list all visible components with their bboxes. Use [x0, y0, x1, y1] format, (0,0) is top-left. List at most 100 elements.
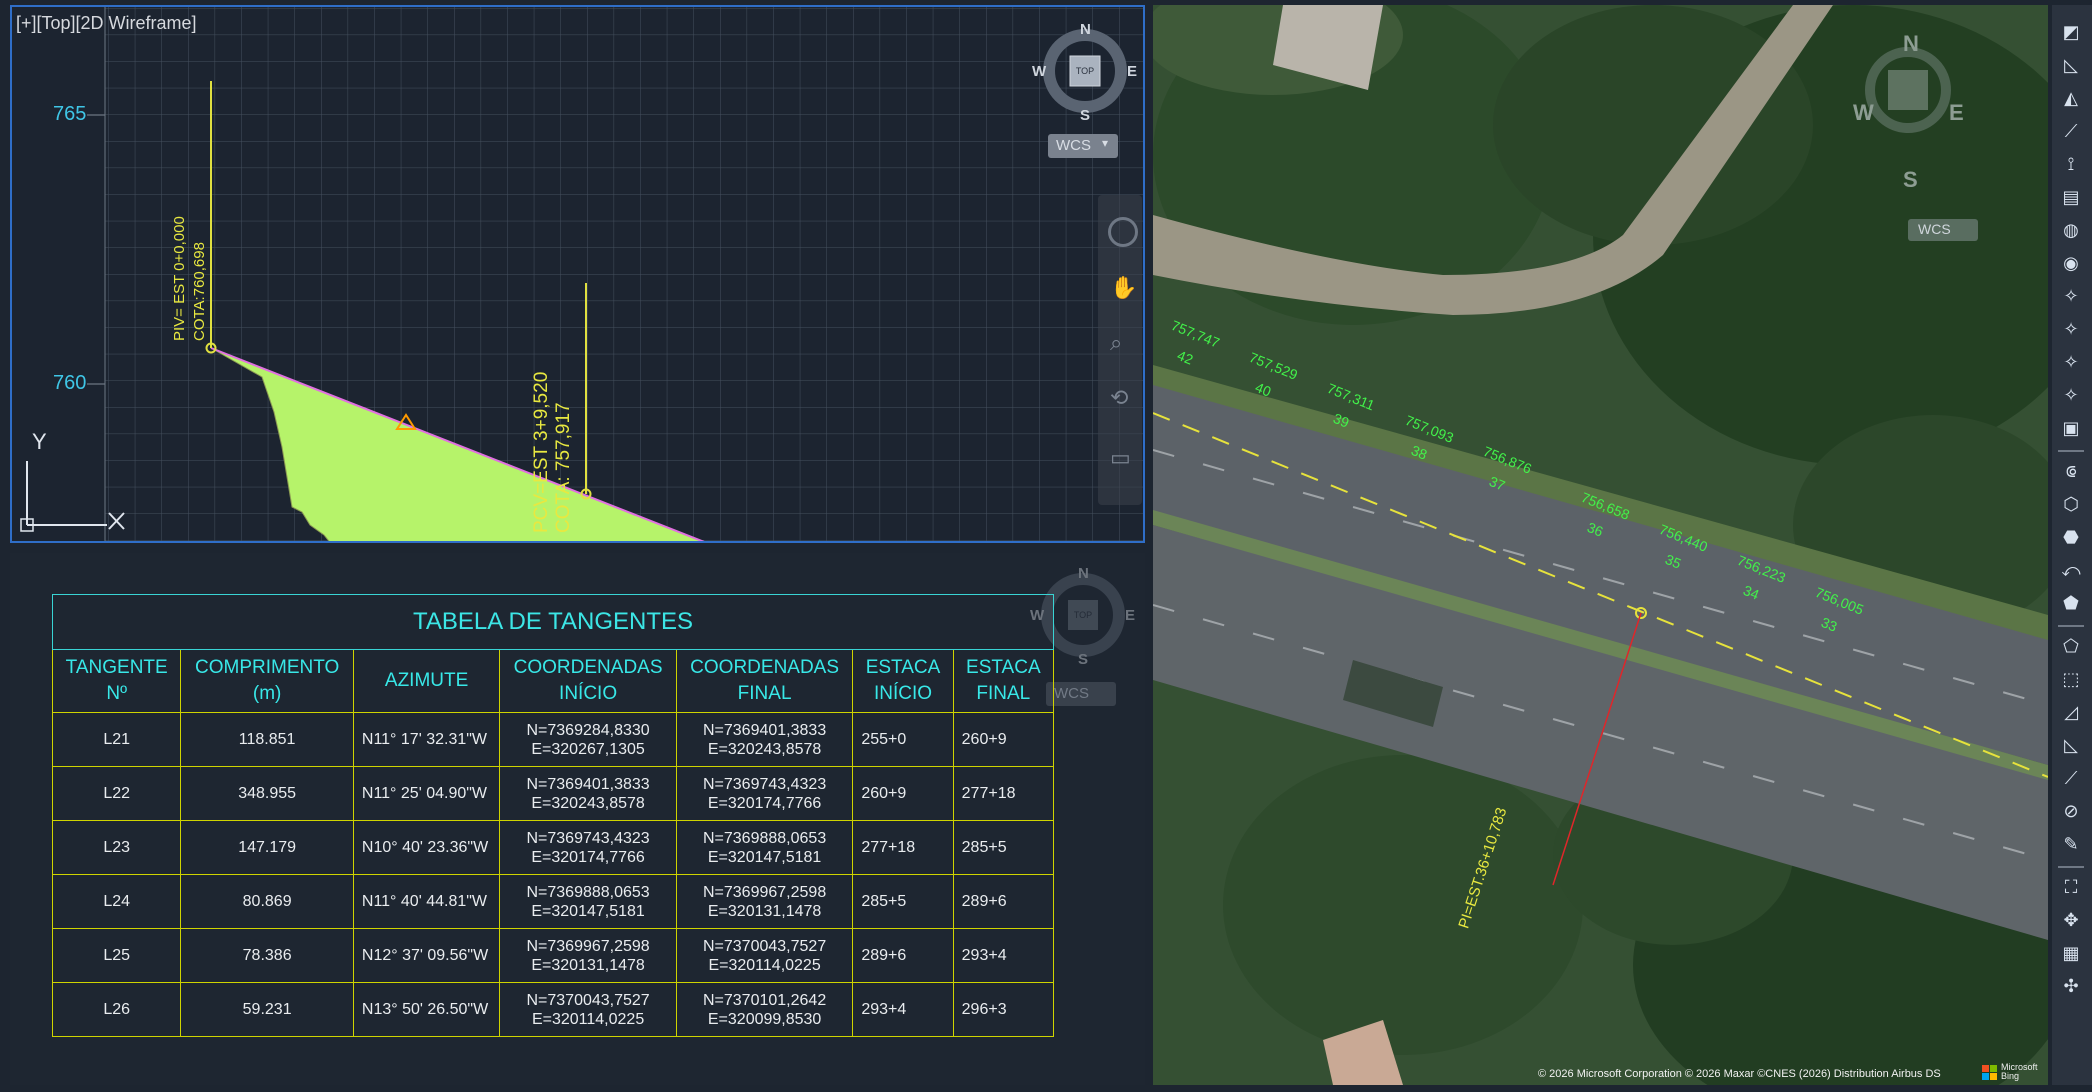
compass-south[interactable]: S — [1080, 107, 1090, 124]
compass-north[interactable]: N — [1080, 21, 1091, 38]
coordinate-value: N=7369967,2598 — [526, 937, 650, 955]
grading-icon[interactable]: ⬣ — [2058, 524, 2084, 550]
compass-south[interactable]: S — [1078, 651, 1088, 668]
cell-azimute: N12° 37' 09.56"W — [352, 928, 501, 983]
viewcube-top-face[interactable]: TOP — [1070, 66, 1100, 76]
slope-icon[interactable]: ◿ — [2058, 699, 2084, 725]
coordinate-value: N=7370101,2642 — [702, 991, 827, 1009]
toolbar-separator — [2058, 450, 2084, 452]
column-header-line1: ESTACA — [966, 657, 1041, 678]
wcs-dropdown-icon: ▾ — [1102, 136, 1109, 150]
pen-icon[interactable]: ✎ — [2058, 831, 2084, 857]
add-label-icon[interactable]: ✧ — [2058, 349, 2084, 375]
map-viewport[interactable]: 757,747 42 757,529 40 757,311 39 757,093 38 756,… — [1153, 5, 2048, 1085]
table-viewport[interactable]: N S W E TOP WCS TABELA DE TANGENTES TANG… — [10, 553, 1145, 1085]
corridor-icon[interactable]: ⟃ — [2058, 458, 2084, 484]
cell-comprimento: 348.955 — [180, 766, 354, 821]
coordinate-value: E=320114,0225 — [708, 956, 821, 974]
alignment-icon[interactable]: ⟋ — [2058, 118, 2084, 144]
pipe-network-icon[interactable]: ⟟ — [2058, 151, 2084, 177]
wcs-menu-dimmed[interactable]: WCS — [1046, 682, 1116, 706]
profile-viewport[interactable]: [+][Top][2D Wireframe] 765 760 Y PIV= ES… — [10, 5, 1145, 543]
cell-est_fin: 289+6 — [952, 874, 1055, 929]
coordinate-value: E=320147,5181 — [707, 848, 822, 866]
style-icon[interactable]: ▦ — [2058, 940, 2084, 966]
compass-west[interactable]: W — [1032, 63, 1046, 80]
cell-comprimento: 59.231 — [180, 982, 354, 1037]
column-header: AZIMUTE — [352, 649, 501, 713]
image-icon[interactable]: ▣ — [2058, 415, 2084, 441]
measure-icon[interactable]: ◺ — [2058, 732, 2084, 758]
map-viewcube[interactable]: N S W E — [1853, 25, 1964, 205]
point-group-icon[interactable]: ✧ — [2058, 382, 2084, 408]
cell-azimute: N10° 40' 23.36"W — [352, 820, 501, 875]
wcs-label: WCS — [1056, 137, 1091, 154]
wcs-label: WCS — [1054, 685, 1089, 702]
cell-azimute: N11° 17' 32.31"W — [352, 712, 501, 767]
cell-est_fin: 293+4 — [952, 928, 1055, 983]
compass-east[interactable]: E — [1949, 100, 1964, 126]
cell-est_fin: 260+9 — [952, 712, 1055, 767]
compass-south[interactable]: S — [1903, 167, 1918, 193]
cell-est_ini: 255+0 — [852, 712, 954, 767]
coordinate-cell: N=7369401,3833 E=320243,8578 — [499, 766, 677, 821]
distance-icon[interactable]: ⟋ — [2058, 765, 2084, 791]
section-icon[interactable]: ◭ — [2058, 85, 2084, 111]
column-header-line1: ESTACA — [865, 657, 941, 678]
geolocation-icon[interactable]: ◉ — [2058, 250, 2084, 276]
coordinate-value: E=320147,5181 — [531, 902, 645, 920]
compass-east[interactable]: E — [1127, 63, 1137, 80]
pan-icon[interactable]: ✋ — [1110, 275, 1137, 301]
compass-north[interactable]: N — [1078, 565, 1089, 582]
showmotion-icon[interactable]: ▭ — [1110, 445, 1131, 471]
assembly-icon[interactable]: ✥ — [2058, 907, 2084, 933]
viewport-label[interactable]: [+][Top][2D Wireframe] — [16, 13, 197, 34]
coordinate-value: N=7369743,4323 — [702, 775, 827, 793]
viewcube[interactable]: N S W E TOP — [1030, 21, 1140, 124]
compass-north[interactable]: N — [1903, 31, 1919, 57]
orbit-icon[interactable]: ⟲ — [1110, 385, 1128, 411]
column-header: COORDENADAS INÍCIO — [499, 649, 677, 713]
box-icon[interactable]: ⬚ — [2058, 666, 2084, 692]
coordinate-value: E=320243,8578 — [707, 740, 822, 758]
label-icon[interactable]: ✧ — [2058, 316, 2084, 342]
table-title: TABELA DE TANGENTES — [52, 594, 1054, 650]
coordinate-value: E=320131,1478 — [531, 956, 645, 974]
compass-west[interactable]: W — [1853, 100, 1874, 126]
ucs-y-label: Y — [32, 429, 47, 454]
table-icon[interactable]: ▤ — [2058, 184, 2084, 210]
no-entry-icon[interactable]: ⊘ — [2058, 798, 2084, 824]
column-header: ESTACA FINAL — [952, 649, 1055, 713]
feature-line-icon[interactable]: ⬡ — [2058, 491, 2084, 517]
wcs-menu[interactable]: WCS ▾ — [1048, 134, 1118, 158]
viewcube-top-face[interactable]: TOP — [1068, 610, 1098, 620]
parcel-icon[interactable]: ⤺ — [2058, 557, 2084, 583]
coordinate-value: E=320267,1305 — [531, 740, 645, 758]
bucket-icon[interactable]: ⛶ — [2058, 874, 2084, 900]
surface-icon[interactable]: ⬠ — [2058, 633, 2084, 659]
cell-azimute: N13° 50' 26.50"W — [352, 982, 501, 1037]
coordinate-cell: N=7369743,4323 E=320174,7766 — [499, 820, 677, 875]
cell-tangente: L21 — [51, 712, 182, 767]
piv-station-label: PIV= EST 0+0,000 — [171, 216, 188, 341]
cell-comprimento: 78.386 — [180, 928, 354, 983]
tool-palette: ◩ ◺ ◭ ⟋ ⟟ ▤ ◍ ◉ ✧ ✧ ✧ ✧ ▣ ⟃ ⬡ ⬣ ⤺ ⬟ ⬠ ⬚ ◿ ◺ ⟋ ⊘ ✎ ⛶ ✥ ▦ ✣ — [2052, 5, 2092, 1085]
zoom-icon[interactable]: ⌕ — [1110, 330, 1122, 356]
compass-east[interactable]: E — [1125, 607, 1135, 624]
full-navigation-wheel-icon[interactable] — [1108, 217, 1138, 247]
table-row: L25 78.386 N12° 37' 09.56"W N=7369967,2598 E… — [51, 928, 1055, 983]
point-icon[interactable]: ✧ — [2058, 283, 2084, 309]
survey-icon[interactable]: ⬟ — [2058, 590, 2084, 616]
column-header: ESTACA INÍCIO — [852, 649, 954, 713]
navigation-bar[interactable]: ✋ ⌕ ⟲ ▭ — [1098, 195, 1142, 505]
cell-tangente: L26 — [51, 982, 182, 1037]
cell-comprimento: 147.179 — [180, 820, 354, 875]
coordinate-value: N=7370043,7527 — [702, 937, 827, 955]
globe-icon[interactable]: ◍ — [2058, 217, 2084, 243]
map-wcs-menu[interactable]: WCS — [1908, 219, 1978, 241]
column-header-line2: FINAL — [737, 683, 792, 704]
profile-view-icon[interactable]: ◩ — [2058, 19, 2084, 45]
sample-line-icon[interactable]: ◺ — [2058, 52, 2084, 78]
tree-icon[interactable]: ✣ — [2058, 973, 2084, 999]
coordinate-cell: N=7369284,8330 E=320267,1305 — [499, 712, 677, 767]
